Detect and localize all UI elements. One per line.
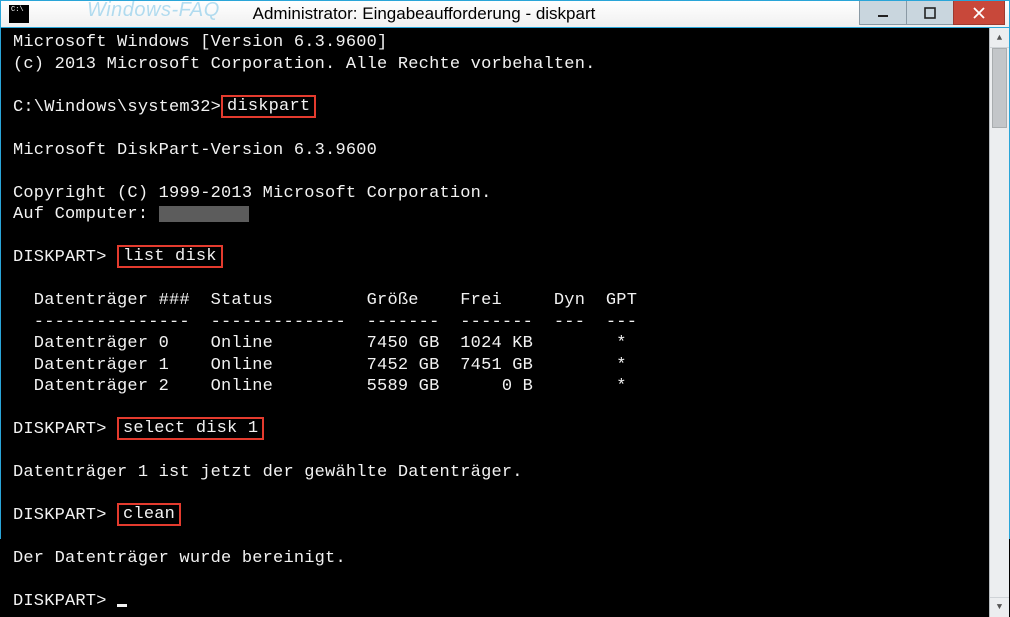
scrollbar-thumb[interactable] (992, 48, 1007, 128)
scrollbar-vertical[interactable]: ▲ ▼ (989, 28, 1009, 617)
scroll-up-button[interactable]: ▲ (990, 28, 1009, 48)
output-line (13, 398, 981, 420)
output-line: Copyright (C) 1999-2013 Microsoft Corpor… (13, 183, 981, 205)
table-row: Datenträger 2 Online 5589 GB 0 B * (13, 376, 981, 398)
table-row: Datenträger 0 Online 7450 GB 1024 KB * (13, 333, 981, 355)
cmd-window: Windows-FAQ Administrator: Eingabeauffor… (0, 0, 1010, 539)
output-line (13, 226, 981, 248)
highlight-listdisk: list disk (117, 245, 223, 268)
scroll-down-button[interactable]: ▼ (990, 597, 1009, 617)
output-line: DISKPART> select disk 1 (13, 419, 981, 441)
close-button[interactable] (953, 1, 1005, 25)
window-controls (859, 1, 1009, 27)
minimize-button[interactable] (859, 1, 907, 25)
output-line: Der Datenträger wurde bereinigt. (13, 548, 981, 570)
table-header: Datenträger ### Status Größe Frei Dyn GP… (13, 290, 981, 312)
output-line (13, 118, 981, 140)
table-row: Datenträger 1 Online 7452 GB 7451 GB * (13, 355, 981, 377)
redacted-hostname (159, 206, 249, 222)
output-line (13, 75, 981, 97)
close-icon (973, 7, 985, 19)
output-line (13, 570, 981, 592)
output-line: Microsoft DiskPart-Version 6.3.9600 (13, 140, 981, 162)
terminal-output[interactable]: Microsoft Windows [Version 6.3.9600](c) … (1, 28, 989, 617)
scrollbar-track[interactable] (990, 48, 1009, 597)
cursor (117, 604, 127, 607)
prompt-diskpart: DISKPART> (13, 248, 117, 267)
terminal-area: Microsoft Windows [Version 6.3.9600](c) … (1, 28, 1009, 617)
output-line: (c) 2013 Microsoft Corporation. Alle Rec… (13, 54, 981, 76)
prompt-diskpart: DISKPART> (13, 506, 117, 525)
titlebar[interactable]: Windows-FAQ Administrator: Eingabeauffor… (1, 1, 1009, 28)
output-line: DISKPART> list disk (13, 247, 981, 269)
output-line: Auf Computer: (13, 204, 981, 226)
output-line (13, 527, 981, 549)
highlight-clean: clean (117, 503, 181, 526)
prompt-diskpart: DISKPART> (13, 420, 117, 439)
minimize-icon (877, 7, 889, 19)
output-line (13, 484, 981, 506)
output-line: C:\Windows\system32>diskpart (13, 97, 981, 119)
table-divider: --------------- ------------- ------- --… (13, 312, 981, 334)
window-title: Administrator: Eingabeaufforderung - dis… (29, 4, 859, 24)
output-line (13, 161, 981, 183)
output-line: Microsoft Windows [Version 6.3.9600] (13, 32, 981, 54)
output-line (13, 441, 981, 463)
output-line (13, 269, 981, 291)
output-line: DISKPART> (13, 591, 981, 613)
cmd-icon (9, 5, 29, 23)
on-computer-label: Auf Computer: (13, 205, 159, 224)
chevron-down-icon: ▼ (997, 602, 1002, 612)
output-line: DISKPART> clean (13, 505, 981, 527)
prompt-system: C:\Windows\system32> (13, 98, 221, 117)
highlight-selectdisk: select disk 1 (117, 417, 264, 440)
chevron-up-icon: ▲ (997, 33, 1002, 43)
maximize-button[interactable] (906, 1, 954, 25)
maximize-icon (924, 7, 936, 19)
prompt-diskpart: DISKPART> (13, 592, 117, 611)
output-line: Datenträger 1 ist jetzt der gewählte Dat… (13, 462, 981, 484)
highlight-diskpart: diskpart (221, 95, 316, 118)
